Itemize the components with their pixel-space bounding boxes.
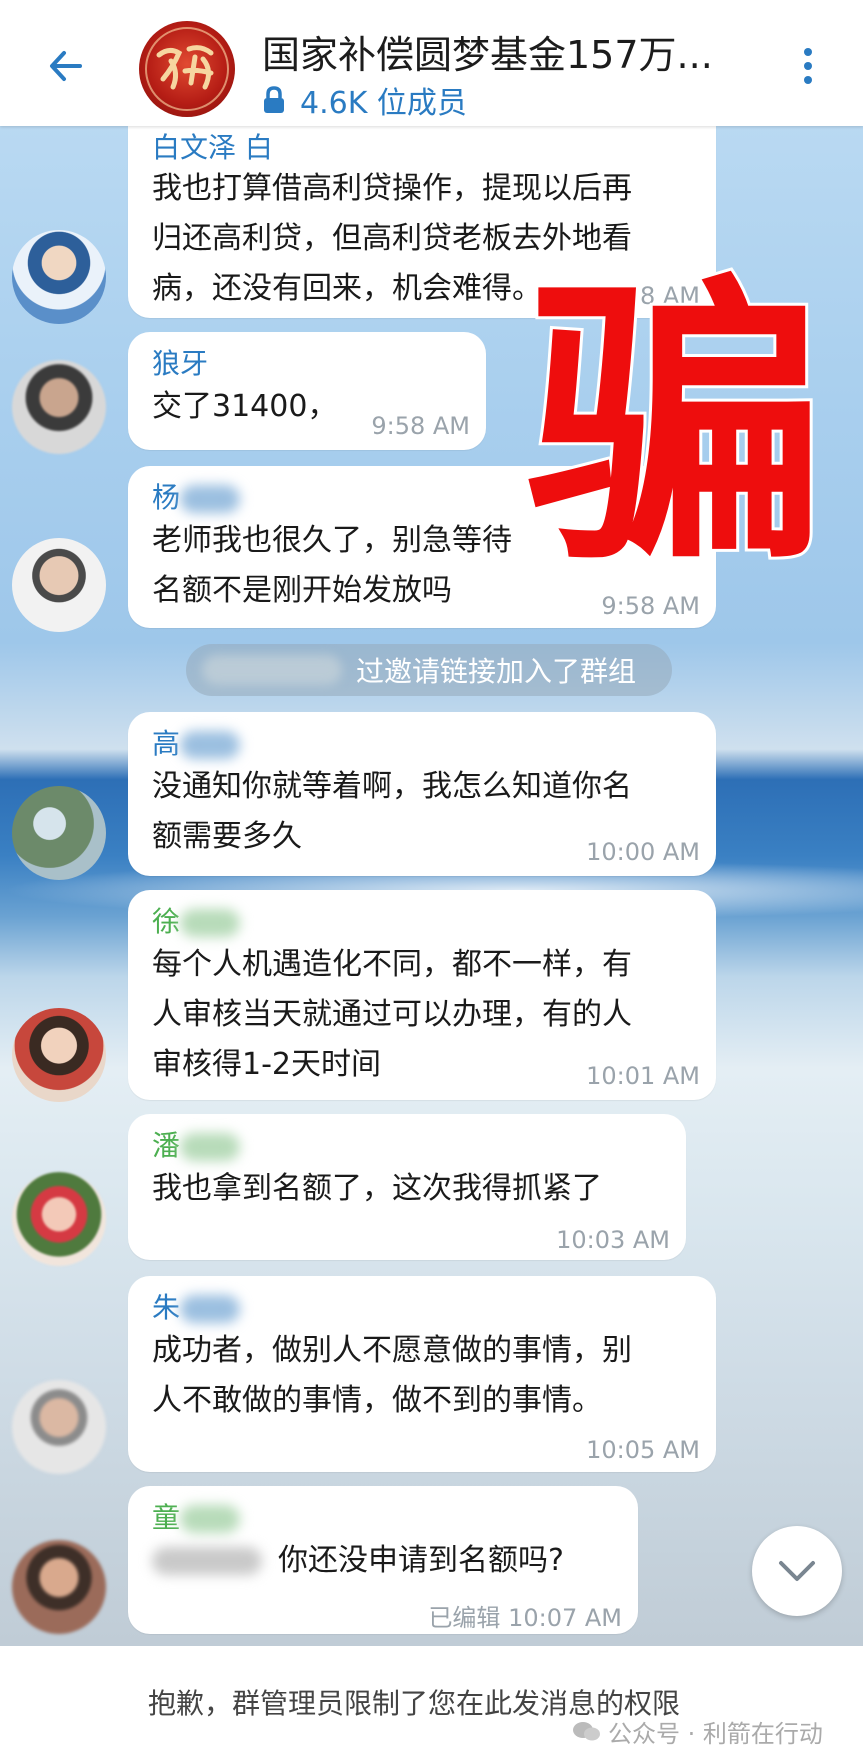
message-text: 交了31400，	[152, 389, 338, 424]
chat-header: 国家补偿圆梦基金157万... 4.6K 位成员	[0, 0, 863, 126]
avatar[interactable]	[12, 230, 106, 324]
avatar[interactable]	[12, 786, 106, 880]
sender-name[interactable]: 白文泽 白	[152, 126, 273, 166]
message-bubble[interactable]: 朱 成功者，做别人不愿意做的事情，别 人不敢做的事情，做不到的事情。 10:05…	[128, 1276, 716, 1472]
sender-name[interactable]: 童	[152, 1496, 241, 1536]
sender-name[interactable]: 潘	[152, 1124, 241, 1164]
group-title[interactable]: 国家补偿圆梦基金157万...	[262, 24, 732, 79]
sender-name[interactable]: 朱	[152, 1286, 241, 1326]
message-bubble[interactable]: 狼牙 交了31400， 9:58 AM	[128, 332, 486, 450]
message-bubble[interactable]: 童 你还没申请到名额吗? 已编辑 10:07 AM	[128, 1486, 638, 1634]
message-text: 成功者，做别人不愿意做的事情，别 人不敢做的事情，做不到的事情。	[152, 1333, 632, 1418]
message-time: 已编辑 10:07 AM	[428, 1604, 622, 1632]
message-text: 你还没申请到名额吗?	[152, 1536, 564, 1586]
message-time: 10:01 AM	[586, 1062, 700, 1090]
message-text: 老师我也很久了，别急等待 名额不是刚开始发放吗	[152, 523, 512, 608]
sender-name[interactable]: 徐	[152, 900, 241, 940]
more-options-icon[interactable]	[796, 44, 820, 88]
scroll-to-bottom-button[interactable]	[752, 1526, 842, 1616]
avatar[interactable]	[12, 360, 106, 454]
sender-name[interactable]: 杨	[152, 476, 241, 516]
watermark: 公众号 · 利箭在行动	[572, 1714, 823, 1749]
message-text: 每个人机遇造化不同，都不一样，有 人审核当天就通过可以办理，有的人 审核得1-2…	[152, 947, 632, 1082]
message-time: 10:05 AM	[586, 1436, 700, 1464]
wechat-icon	[573, 1721, 600, 1740]
message-text: 没通知你就等着啊，我怎么知道你名 额需要多久	[152, 769, 632, 854]
avatar[interactable]	[12, 1008, 106, 1102]
avatar[interactable]	[12, 538, 106, 632]
avatar[interactable]	[12, 1540, 106, 1634]
member-count: 4.6K 位成员	[300, 86, 467, 121]
message-time: 9:58 AM	[371, 412, 470, 440]
member-count-row[interactable]: 4.6K 位成员	[262, 78, 467, 122]
group-avatar[interactable]	[139, 21, 235, 117]
message-time: 10:00 AM	[586, 838, 700, 866]
system-message: 过邀请链接加入了群组	[186, 644, 672, 696]
scam-warning-stamp: 骗	[523, 252, 829, 601]
avatar[interactable]	[12, 1172, 106, 1266]
back-arrow-icon[interactable]	[44, 44, 88, 88]
sender-name[interactable]: 高	[152, 722, 241, 762]
sender-name[interactable]: 狼牙	[152, 342, 208, 382]
message-bubble[interactable]: 潘 我也拿到名额了，这次我得抓紧了 10:03 AM	[128, 1114, 686, 1260]
message-bubble[interactable]: 徐 每个人机遇造化不同，都不一样，有 人审核当天就通过可以办理，有的人 审核得1…	[128, 890, 716, 1100]
message-time: 10:03 AM	[556, 1226, 670, 1254]
lock-icon	[264, 86, 284, 113]
message-text: 我也拿到名额了，这次我得抓紧了	[152, 1171, 602, 1206]
message-bubble[interactable]: 高 没通知你就等着啊，我怎么知道你名 额需要多久 10:00 AM	[128, 712, 716, 876]
avatar[interactable]	[12, 1380, 106, 1474]
chevron-down-icon	[779, 1561, 815, 1581]
